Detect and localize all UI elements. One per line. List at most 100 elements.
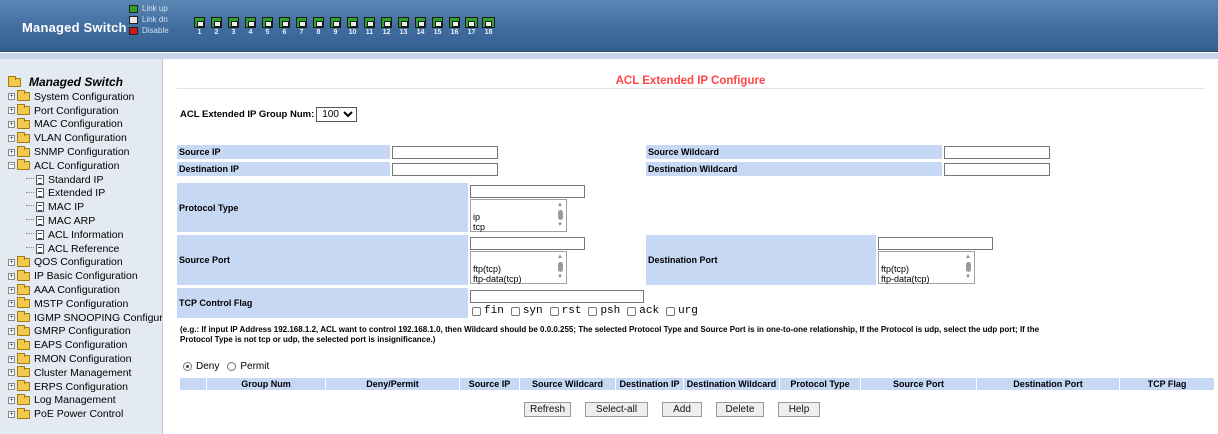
expand-icon[interactable]: + [8, 120, 15, 128]
help-button[interactable]: Help [778, 402, 820, 417]
sidebar-item-cluster-management[interactable]: + Cluster Management [8, 366, 162, 380]
port-12[interactable]: 12 [379, 17, 394, 37]
port-10[interactable]: 10 [345, 17, 360, 37]
protocol-type-input[interactable] [470, 185, 585, 198]
port-17[interactable]: 17 [464, 17, 479, 37]
list-scrollbar[interactable]: ▲ ▼ [964, 254, 972, 282]
expand-icon[interactable]: + [8, 355, 15, 363]
expand-icon[interactable]: + [8, 134, 15, 142]
expand-icon[interactable]: + [8, 300, 15, 308]
expand-icon[interactable]: + [8, 148, 15, 156]
port-16[interactable]: 16 [447, 17, 462, 37]
sidebar-item-log-management[interactable]: + Log Management [8, 393, 162, 408]
protocol-type-list[interactable]: ip tcp ▲ ▼ [470, 199, 567, 232]
expand-icon[interactable]: + [8, 410, 15, 418]
sidebar-item-mac-ip[interactable]: MAC IP [8, 200, 162, 214]
expand-icon[interactable]: + [8, 258, 15, 266]
expand-icon[interactable]: + [8, 396, 15, 404]
sidebar-item-mac-configuration[interactable]: + MAC Configuration [8, 117, 162, 132]
scroll-thumb[interactable] [557, 210, 563, 220]
sidebar-item-aaa-configuration[interactable]: + AAA Configuration [8, 283, 162, 297]
destination-port-list[interactable]: ftp(tcp) ftp-data(tcp) ▲ ▼ [878, 251, 975, 284]
refresh-button[interactable]: Refresh [524, 402, 571, 417]
sidebar-item-qos-configuration[interactable]: + QOS Configuration [8, 255, 162, 270]
source-port-option[interactable]: ftp(tcp) [473, 264, 566, 274]
port-9[interactable]: 9 [328, 17, 343, 37]
scroll-down-icon[interactable]: ▼ [556, 222, 564, 228]
fin-checkbox[interactable] [472, 306, 481, 316]
sidebar-item-vlan-configuration[interactable]: + VLAN Configuration [8, 131, 162, 145]
sidebar-item-snmp-configuration[interactable]: + SNMP Configuration [8, 145, 162, 159]
sidebar-item-poe-power-control[interactable]: + PoE Power Control [8, 407, 162, 421]
delete-button[interactable]: Delete [716, 402, 764, 417]
rst-checkbox[interactable] [549, 306, 559, 316]
source-ip-input[interactable] [392, 146, 498, 159]
port-18[interactable]: 18 [481, 17, 496, 37]
port-14[interactable]: 14 [413, 17, 428, 37]
port-3[interactable]: 3 [226, 17, 241, 37]
sidebar-item-acl-configuration[interactable]: − ACL Configuration [8, 159, 162, 173]
expand-icon[interactable]: + [8, 93, 15, 101]
sidebar-item-standard-ip[interactable]: Standard IP [8, 173, 162, 187]
sidebar-item-system-configuration[interactable]: + System Configuration [8, 90, 162, 104]
sidebar-item-mstp-configuration[interactable]: + MSTP Configuration [8, 297, 162, 311]
sidebar-item-gmrp-configuration[interactable]: + GMRP Configuration [8, 324, 162, 339]
psh-checkbox[interactable] [588, 306, 598, 316]
group-num-select[interactable]: 100 [316, 107, 358, 122]
destination-port-option[interactable]: ftp-data(tcp) [881, 274, 974, 284]
add-button[interactable]: Add [662, 402, 702, 417]
protocol-option-tcp[interactable]: tcp [473, 222, 566, 232]
sidebar-item-acl-reference[interactable]: ACL Reference [8, 242, 162, 256]
destination-ip-input[interactable] [392, 163, 498, 176]
sidebar-item-acl-information[interactable]: ACL Information [8, 228, 162, 242]
scroll-down-icon[interactable]: ▼ [556, 274, 564, 280]
destination-wildcard-input[interactable] [944, 163, 1050, 176]
tree-root[interactable]: Managed Switch [8, 75, 123, 89]
ack-checkbox[interactable] [627, 306, 637, 316]
source-wildcard-input[interactable] [944, 146, 1050, 159]
expand-icon[interactable]: + [8, 286, 15, 294]
port-13[interactable]: 13 [396, 17, 411, 37]
expand-icon[interactable]: + [8, 272, 15, 280]
scroll-up-icon[interactable]: ▲ [964, 254, 972, 260]
sidebar-item-mac-arp[interactable]: MAC ARP [8, 214, 162, 228]
scroll-up-icon[interactable]: ▲ [556, 254, 564, 260]
sidebar-item-extended-ip[interactable]: Extended IP [8, 187, 162, 201]
urg-checkbox[interactable] [666, 306, 676, 316]
source-port-list[interactable]: ftp(tcp) ftp-data(tcp) ▲ ▼ [470, 251, 567, 284]
expand-icon[interactable]: + [8, 327, 15, 335]
expand-icon[interactable]: + [8, 341, 15, 349]
list-scrollbar[interactable]: ▲ ▼ [556, 254, 564, 282]
sidebar-item-erps-configuration[interactable]: + ERPS Configuration [8, 380, 162, 394]
port-7[interactable]: 7 [294, 17, 309, 37]
syn-checkbox[interactable] [510, 306, 520, 316]
port-5[interactable]: 5 [260, 17, 275, 37]
expand-icon[interactable]: + [8, 369, 15, 377]
tcp-flag-input[interactable] [470, 290, 644, 303]
port-15[interactable]: 15 [430, 17, 445, 37]
port-2[interactable]: 2 [209, 17, 224, 37]
sidebar-item-eaps-configuration[interactable]: + EAPS Configuration [8, 338, 162, 352]
scroll-thumb[interactable] [557, 262, 563, 272]
expand-icon[interactable]: + [8, 383, 15, 391]
destination-port-input[interactable] [878, 237, 993, 250]
deny-radio[interactable] [183, 362, 192, 371]
expand-icon[interactable]: + [8, 107, 15, 115]
port-1[interactable]: 1 [192, 17, 207, 37]
scroll-thumb[interactable] [965, 262, 971, 272]
expand-icon[interactable]: + [8, 314, 15, 322]
sidebar-item-rmon-configuration[interactable]: + RMON Configuration [8, 352, 162, 366]
collapse-icon[interactable]: − [8, 162, 15, 170]
port-8[interactable]: 8 [311, 17, 326, 37]
port-6[interactable]: 6 [277, 17, 292, 37]
list-scrollbar[interactable]: ▲ ▼ [556, 202, 564, 230]
sidebar-item-ip-basic-configuration[interactable]: + IP Basic Configuration [8, 269, 162, 283]
port-4[interactable]: 4 [243, 17, 258, 37]
source-port-input[interactable] [470, 237, 585, 250]
source-port-option[interactable]: ftp-data(tcp) [473, 274, 566, 284]
port-11[interactable]: 11 [362, 17, 377, 37]
select-all-button[interactable]: Select-all [585, 402, 648, 417]
destination-port-option[interactable]: ftp(tcp) [881, 264, 974, 274]
sidebar-item-igmp-snooping-configuration[interactable]: + IGMP SNOOPING Configuration [8, 311, 162, 325]
scroll-down-icon[interactable]: ▼ [964, 274, 972, 280]
